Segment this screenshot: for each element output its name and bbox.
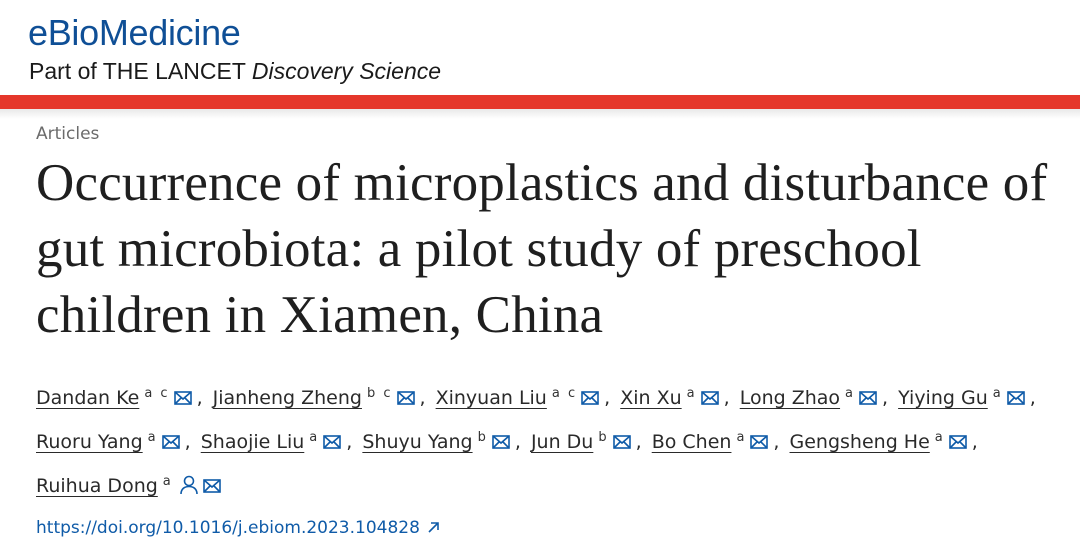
envelope-icon[interactable] — [323, 435, 342, 449]
article-title: Occurrence of microplastics and disturba… — [36, 154, 1048, 344]
affiliation-marker[interactable]: a — [935, 430, 945, 445]
author-entry: Long Zhao a, — [740, 386, 892, 409]
header-shadow — [0, 109, 1080, 119]
journal-name-link[interactable]: eBioMedicine — [28, 12, 241, 54]
author-name-link[interactable]: Gengsheng He — [790, 431, 930, 453]
collection-name: Discovery Science — [251, 58, 442, 84]
external-link-icon — [428, 522, 439, 533]
author-separator: , — [184, 431, 191, 453]
author-name-link[interactable]: Dandan Ke — [36, 387, 139, 409]
author-separator: , — [419, 387, 426, 409]
author-separator: , — [971, 431, 978, 453]
envelope-icon[interactable] — [1006, 391, 1025, 405]
author-separator: , — [604, 387, 611, 409]
author-name-link[interactable]: Shuyu Yang — [362, 431, 472, 453]
envelope-icon[interactable] — [750, 435, 769, 449]
author-entry: Yiying Gu a, — [898, 386, 1040, 409]
affiliation-marker[interactable]: a c — [144, 386, 169, 401]
envelope-icon[interactable] — [700, 391, 719, 405]
affiliation-marker[interactable]: a c — [552, 386, 577, 401]
author-name-link[interactable]: Jun Du — [531, 431, 593, 453]
author-entry: Jianheng Zheng b c, — [213, 386, 430, 409]
author-separator: , — [635, 431, 642, 453]
envelope-icon[interactable] — [492, 435, 510, 449]
author-entry: Xin Xu a, — [620, 386, 733, 409]
author-separator: , — [882, 387, 889, 409]
author-name-link[interactable]: Long Zhao — [740, 387, 840, 409]
doi-link[interactable]: https://doi.org/10.1016/j.ebiom.2023.104… — [36, 518, 440, 538]
affiliation-marker[interactable]: a — [993, 386, 1003, 401]
author-separator: , — [723, 387, 730, 409]
author-entry: Ruihua Dong a — [36, 474, 221, 497]
affiliation-marker[interactable]: b — [598, 430, 608, 445]
author-separator: , — [773, 431, 780, 453]
envelope-icon[interactable] — [612, 435, 631, 449]
author-name-link[interactable]: Bo Chen — [652, 431, 732, 453]
publisher-name: THE LANCET — [102, 58, 246, 84]
author-name-link[interactable]: Jianheng Zheng — [213, 387, 362, 409]
envelope-icon[interactable] — [948, 435, 967, 449]
article-type: Articles — [36, 124, 100, 144]
author-entry: Ruoru Yang a, — [36, 430, 195, 453]
affiliation-marker[interactable]: a — [309, 430, 319, 445]
envelope-icon[interactable] — [202, 479, 221, 493]
affiliation-marker[interactable]: a — [736, 430, 746, 445]
envelope-icon[interactable] — [581, 391, 599, 405]
author-entry: Shuyu Yang b, — [362, 430, 525, 453]
author-entry: Xinyuan Liu a c, — [436, 386, 615, 409]
author-name-link[interactable]: Ruihua Dong — [36, 475, 158, 497]
author-list: Dandan Ke a c, Jianheng Zheng b c, Xinyuan… — [36, 374, 1066, 506]
author-entry: Shaojie Liu a, — [201, 430, 357, 453]
affiliation-marker[interactable]: b — [478, 430, 488, 445]
doi-text[interactable]: https://doi.org/10.1016/j.ebiom.2023.104… — [36, 518, 420, 538]
author-separator: , — [514, 431, 521, 453]
affiliation-marker[interactable]: a — [148, 430, 158, 445]
author-name-link[interactable]: Ruoru Yang — [36, 431, 143, 453]
person-icon — [179, 475, 198, 495]
envelope-icon[interactable] — [161, 435, 180, 449]
author-entry: Bo Chen a, — [652, 430, 784, 453]
author-separator: , — [1029, 387, 1036, 409]
author-name-link[interactable]: Xin Xu — [620, 387, 681, 409]
affiliation-marker[interactable]: a — [687, 386, 697, 401]
affiliation-marker[interactable]: a — [163, 474, 173, 489]
author-separator: , — [196, 387, 203, 409]
journal-header: eBioMedicine Part of THE LANCET Discover… — [0, 0, 1080, 95]
author-entry: Jun Du b, — [531, 430, 646, 453]
affiliation-marker[interactable]: b c — [367, 386, 393, 401]
envelope-icon[interactable] — [396, 391, 415, 405]
envelope-icon[interactable] — [173, 391, 192, 405]
author-entry: Gengsheng He a, — [790, 430, 982, 453]
header-red-rule — [0, 95, 1080, 109]
author-entry: Dandan Ke a c, — [36, 386, 207, 409]
author-name-link[interactable]: Xinyuan Liu — [436, 387, 547, 409]
author-name-link[interactable]: Shaojie Liu — [201, 431, 305, 453]
affiliation-marker[interactable]: a — [845, 386, 855, 401]
author-name-link[interactable]: Yiying Gu — [898, 387, 988, 409]
author-separator: , — [346, 431, 353, 453]
envelope-icon[interactable] — [859, 391, 877, 405]
journal-subline: Part of THE LANCET Discovery Science — [29, 58, 441, 85]
part-of-text: Part of — [29, 58, 103, 84]
